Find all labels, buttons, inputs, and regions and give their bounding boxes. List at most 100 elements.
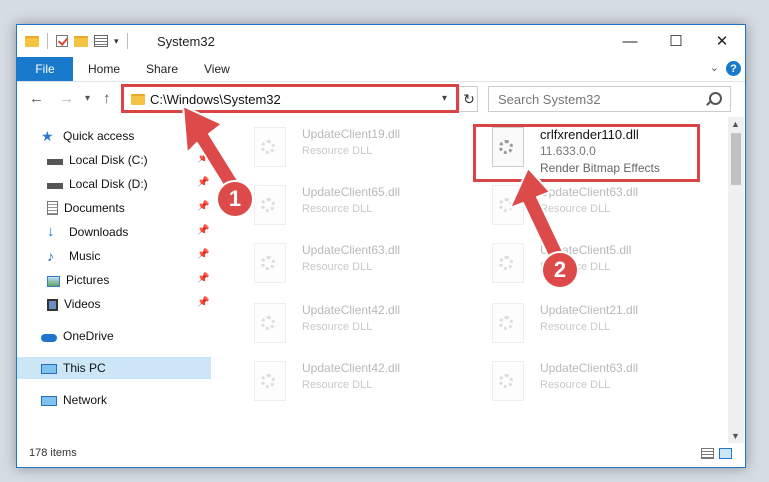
file-item[interactable]: UpdateClient65.dll Resource DLL	[254, 181, 474, 231]
pin-icon[interactable]: 📌	[197, 225, 209, 236]
file-item[interactable]: UpdateClient19.dll Resource DLL	[254, 123, 474, 173]
forward-arrow-icon[interactable]: →	[59, 90, 74, 107]
scroll-thumb[interactable]	[731, 133, 741, 185]
sidebar-item-videos[interactable]: Videos 📌	[17, 293, 211, 315]
computer-icon	[41, 363, 57, 374]
tab-view[interactable]: View	[204, 57, 230, 81]
network-icon	[41, 395, 57, 406]
scroll-up-icon[interactable]: ▲	[731, 119, 740, 129]
sidebar-item-network[interactable]: Network	[17, 389, 211, 411]
file-item[interactable]: UpdateClient63.dll Resource DLL	[492, 357, 712, 407]
back-arrow-icon[interactable]: ←	[29, 90, 44, 107]
file-name: UpdateClient63.dll	[302, 243, 401, 257]
sidebar-item-label: Local Disk (D:)	[69, 177, 148, 191]
tab-share[interactable]: Share	[146, 57, 178, 81]
dll-file-icon	[492, 185, 524, 225]
file-highlight-box	[473, 124, 700, 182]
toolbar-divider	[126, 33, 128, 49]
file-type: Resource DLL	[302, 321, 373, 333]
sidebar-item-this-pc[interactable]: This PC	[17, 357, 211, 379]
pin-icon[interactable]: 📌	[197, 297, 209, 308]
item-count: 178 items	[29, 447, 77, 459]
videos-icon	[47, 298, 58, 311]
sidebar-item-label: Quick access	[63, 129, 135, 143]
folder-icon	[25, 35, 39, 47]
maximize-button[interactable]: ☐	[653, 25, 699, 57]
file-type: Resource DLL	[302, 145, 373, 157]
pin-icon[interactable]: 📌	[197, 249, 209, 260]
close-button[interactable]: ✕	[699, 25, 745, 57]
toolbar-divider	[47, 33, 48, 49]
file-item[interactable]: UpdateClient21.dll Resource DLL	[492, 299, 712, 349]
documents-icon	[47, 201, 58, 215]
dll-file-icon	[492, 243, 524, 283]
search-icon[interactable]	[709, 92, 722, 105]
sidebar-item-label: OneDrive	[63, 329, 114, 343]
address-highlight-box	[121, 84, 459, 113]
file-type: Resource DLL	[302, 203, 373, 215]
pictures-icon	[47, 275, 60, 287]
up-arrow-icon[interactable]: ↑	[103, 90, 111, 107]
sidebar-item-downloads[interactable]: ↓ Downloads 📌	[17, 221, 211, 243]
pin-icon[interactable]: 📌	[197, 177, 209, 188]
vertical-scrollbar[interactable]: ▲ ▼	[728, 117, 744, 443]
tab-file[interactable]: File	[17, 57, 73, 81]
details-view-icon[interactable]	[701, 448, 714, 459]
dll-file-icon	[492, 303, 524, 343]
customize-toolbar-icon[interactable]	[94, 35, 108, 47]
pin-icon[interactable]: 📌	[197, 273, 209, 284]
sidebar-item-documents[interactable]: Documents 📌	[17, 197, 211, 219]
file-type: Resource DLL	[302, 379, 373, 391]
file-item[interactable]: UpdateClient5.dll Resource DLL	[492, 239, 712, 289]
dll-file-icon	[254, 127, 286, 167]
file-name: UpdateClient63.dll	[540, 361, 639, 375]
scroll-down-icon[interactable]: ▼	[731, 431, 740, 441]
window-title: System32	[157, 34, 215, 49]
expand-ribbon-icon[interactable]: ⌄	[710, 61, 719, 74]
file-name: UpdateClient42.dll	[302, 361, 401, 375]
file-name: UpdateClient63.dll	[540, 185, 639, 199]
file-name: UpdateClient65.dll	[302, 185, 401, 199]
pin-icon[interactable]: 📌	[197, 153, 209, 164]
minimize-button[interactable]: —	[607, 25, 653, 57]
refresh-icon[interactable]: ↻	[459, 88, 478, 110]
dll-file-icon	[254, 185, 286, 225]
sidebar-item-label: Downloads	[69, 225, 129, 239]
drive-icon	[47, 183, 63, 189]
step-2-badge: 2	[541, 251, 579, 289]
file-type: Resource DLL	[540, 203, 611, 215]
file-item[interactable]: UpdateClient42.dll Resource DLL	[254, 357, 474, 407]
sidebar-item-label: Local Disk (C:)	[69, 153, 148, 167]
file-item[interactable]: UpdateClient63.dll Resource DLL	[254, 239, 474, 289]
tiles-view-icon[interactable]	[719, 448, 732, 459]
tab-home[interactable]: Home	[88, 57, 120, 81]
sidebar-item-label: Documents	[64, 201, 125, 215]
properties-check-icon[interactable]	[56, 35, 68, 47]
dll-file-icon	[254, 303, 286, 343]
address-toolbar: ← → ▾ ↑ C:\Windows\System32 ▾ ↻ Search S…	[17, 82, 745, 116]
file-explorer-window: ▾ System32 — ☐ ✕ File Home Share View ⌄ …	[16, 24, 746, 468]
sidebar-item-music[interactable]: ♪ Music 📌	[17, 245, 211, 267]
ribbon-tabs: File Home Share View ⌄ ?	[17, 57, 745, 82]
navigation-pane: ★ Quick access Local Disk (C:) 📌 Local D…	[17, 117, 211, 433]
sidebar-item-label: Pictures	[66, 273, 110, 287]
sidebar-item-pictures[interactable]: Pictures 📌	[17, 269, 211, 291]
toolbar-dropdown-icon[interactable]: ▾	[114, 36, 119, 47]
pin-icon[interactable]: 📌	[197, 201, 209, 212]
sidebar-item-local-disk-c[interactable]: Local Disk (C:) 📌	[17, 149, 211, 171]
status-bar: 178 items	[17, 445, 745, 465]
file-name: UpdateClient42.dll	[302, 303, 401, 317]
sidebar-item-onedrive[interactable]: OneDrive	[17, 325, 211, 347]
help-icon[interactable]: ?	[726, 61, 741, 76]
sidebar-item-local-disk-d[interactable]: Local Disk (D:) 📌	[17, 173, 211, 195]
new-folder-icon[interactable]	[74, 35, 88, 47]
star-icon: ★	[41, 128, 54, 144]
dll-file-icon	[254, 243, 286, 283]
sidebar-item-quick-access[interactable]: ★ Quick access	[17, 125, 211, 147]
file-type: Resource DLL	[302, 261, 373, 273]
recent-locations-icon[interactable]: ▾	[85, 93, 90, 104]
drive-icon	[47, 159, 63, 165]
file-item[interactable]: UpdateClient42.dll Resource DLL	[254, 299, 474, 349]
file-item[interactable]: UpdateClient63.dll Resource DLL	[492, 181, 712, 231]
search-input[interactable]: Search System32	[488, 86, 731, 112]
